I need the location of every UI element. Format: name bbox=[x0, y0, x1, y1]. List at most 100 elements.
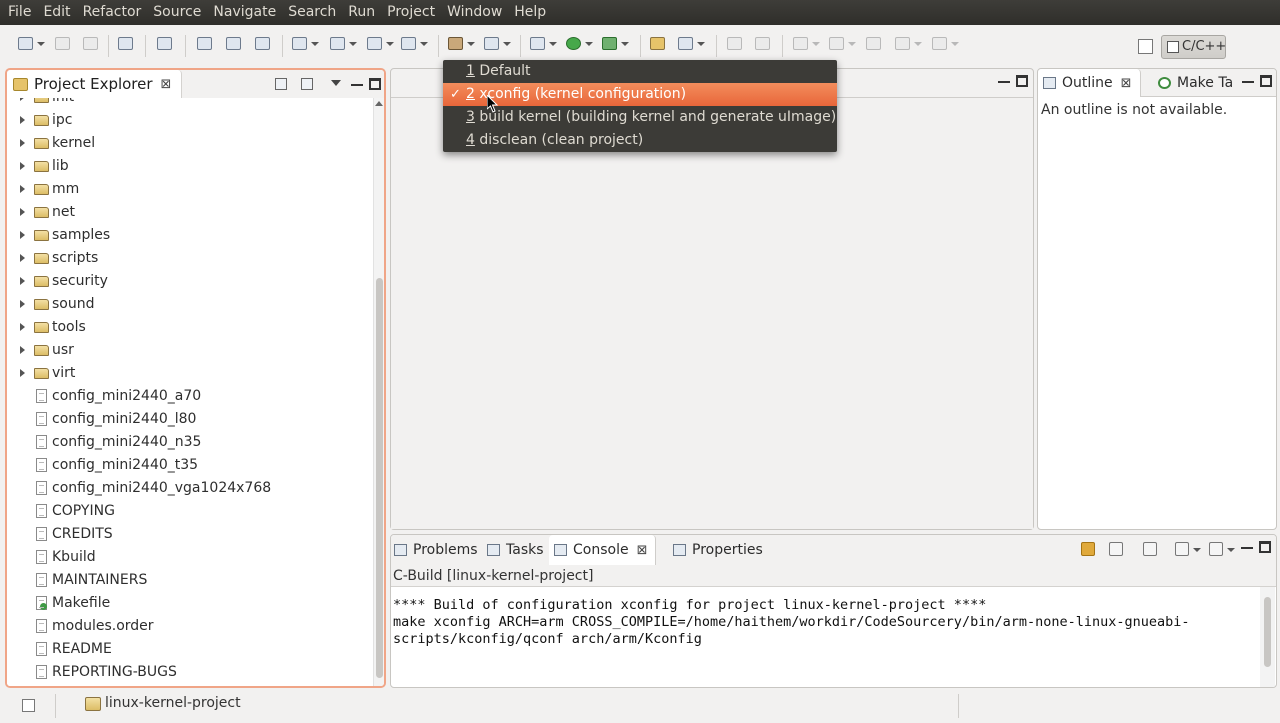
open-console-icon[interactable] bbox=[1209, 542, 1235, 556]
menu-file[interactable]: File bbox=[2, 0, 37, 25]
menu-source[interactable]: Source bbox=[147, 0, 207, 25]
new-project-icon[interactable] bbox=[197, 37, 213, 53]
menu-run[interactable]: Run bbox=[342, 0, 381, 25]
project-explorer-scrollbar[interactable] bbox=[373, 98, 384, 686]
forward-icon[interactable] bbox=[932, 37, 959, 53]
folder-icon bbox=[34, 230, 49, 241]
link-with-editor-icon[interactable] bbox=[301, 78, 313, 90]
console-output[interactable]: **** Build of configuration xconfig for … bbox=[393, 597, 1255, 648]
expand-arrow-icon[interactable] bbox=[20, 300, 25, 308]
next-annotation-icon[interactable] bbox=[793, 37, 820, 53]
expand-arrow-icon[interactable] bbox=[20, 254, 25, 262]
external-tools-icon[interactable] bbox=[602, 37, 629, 53]
expand-arrow-icon[interactable] bbox=[20, 346, 25, 354]
tab-console[interactable]: Console ⊠ bbox=[549, 535, 657, 565]
expand-arrow-icon[interactable] bbox=[20, 277, 25, 285]
scroll-lock-icon[interactable] bbox=[1081, 542, 1095, 556]
expand-arrow-icon[interactable] bbox=[20, 185, 25, 193]
menu-search[interactable]: Search bbox=[282, 0, 342, 25]
back-icon[interactable] bbox=[895, 37, 922, 53]
search-icon[interactable] bbox=[678, 37, 705, 53]
collapse-all-icon[interactable] bbox=[275, 78, 287, 90]
expand-arrow-icon[interactable] bbox=[20, 116, 25, 124]
close-icon[interactable]: ⊠ bbox=[161, 77, 172, 92]
tab-tasks[interactable]: Tasks bbox=[487, 535, 544, 565]
menu-window[interactable]: Window bbox=[441, 0, 508, 25]
toggle-mark-icon[interactable] bbox=[727, 37, 743, 53]
open-type-icon[interactable] bbox=[650, 37, 666, 53]
fast-view-icon[interactable] bbox=[22, 699, 35, 712]
outline-icon bbox=[1043, 77, 1056, 89]
console-icon bbox=[554, 544, 567, 556]
new-source-file-icon[interactable] bbox=[367, 37, 394, 53]
file-icon bbox=[36, 458, 47, 472]
run-icon[interactable] bbox=[566, 37, 593, 53]
folder-icon bbox=[34, 138, 49, 149]
build-hammer-icon[interactable] bbox=[448, 37, 475, 53]
expand-arrow-icon[interactable] bbox=[20, 98, 25, 101]
display-console-icon[interactable] bbox=[1175, 542, 1201, 556]
maximize-icon[interactable] bbox=[1016, 75, 1028, 87]
minimize-icon[interactable] bbox=[998, 75, 1010, 83]
menu-edit[interactable]: Edit bbox=[37, 0, 76, 25]
view-menu-icon[interactable] bbox=[331, 80, 341, 86]
new-class-icon[interactable] bbox=[255, 37, 271, 53]
remove-launches-icon[interactable] bbox=[1109, 542, 1123, 556]
toolbar-separator bbox=[640, 35, 641, 57]
tab-properties[interactable]: Properties bbox=[673, 535, 763, 565]
menu-navigate[interactable]: Navigate bbox=[207, 0, 282, 25]
file-icon bbox=[36, 619, 47, 633]
expand-arrow-icon[interactable] bbox=[20, 369, 25, 377]
close-icon[interactable]: ⊠ bbox=[637, 543, 648, 558]
expand-arrow-icon[interactable] bbox=[20, 323, 25, 331]
console-scrollbar[interactable] bbox=[1260, 587, 1275, 687]
show-whitespace-icon[interactable] bbox=[755, 37, 771, 53]
last-edit-icon[interactable] bbox=[866, 37, 882, 53]
menu-refactor[interactable]: Refactor bbox=[77, 0, 148, 25]
debug-icon[interactable] bbox=[530, 37, 557, 53]
minimize-icon[interactable] bbox=[1242, 75, 1254, 83]
new-junit-icon[interactable] bbox=[226, 37, 242, 53]
perspective-c-cpp-button[interactable]: C/C++ bbox=[1161, 35, 1226, 59]
expand-arrow-icon[interactable] bbox=[20, 162, 25, 170]
pin-console-icon[interactable] bbox=[1143, 542, 1157, 556]
tab-project-explorer[interactable]: Project Explorer ⊠ bbox=[7, 70, 183, 98]
close-icon[interactable]: ⊠ bbox=[1121, 76, 1132, 91]
tab-outline[interactable]: Outline ⊠ bbox=[1038, 69, 1141, 97]
build-target-icon[interactable] bbox=[484, 37, 511, 53]
expand-arrow-icon[interactable] bbox=[20, 139, 25, 147]
menu-item-default[interactable]: 1 Default bbox=[443, 60, 837, 83]
new-c-class-icon[interactable] bbox=[401, 37, 428, 53]
minimize-icon[interactable] bbox=[1241, 541, 1253, 549]
folder-icon bbox=[34, 184, 49, 195]
maximize-icon[interactable] bbox=[369, 78, 381, 90]
editor-body[interactable] bbox=[391, 97, 1033, 529]
menu-help[interactable]: Help bbox=[508, 0, 552, 25]
menu-item-disclean[interactable]: 4 disclean (clean project) bbox=[443, 129, 837, 152]
scrollbar-thumb[interactable] bbox=[1264, 597, 1271, 667]
project-icon bbox=[85, 697, 101, 711]
expand-arrow-icon[interactable] bbox=[20, 208, 25, 216]
scroll-up-icon[interactable] bbox=[375, 101, 383, 106]
open-perspective-icon[interactable] bbox=[1138, 39, 1153, 54]
new-icon[interactable] bbox=[18, 37, 45, 53]
tab-problems[interactable]: Problems bbox=[394, 535, 478, 565]
minimize-icon[interactable] bbox=[351, 78, 363, 86]
maximize-icon[interactable] bbox=[1259, 541, 1271, 553]
menu-item-xconfig[interactable]: ✓ 2 xconfig (kernel configuration) bbox=[443, 83, 837, 106]
tab-make-targets[interactable]: Make Ta bbox=[1156, 69, 1233, 97]
menu-project[interactable]: Project bbox=[381, 0, 441, 25]
expand-arrow-icon[interactable] bbox=[20, 231, 25, 239]
save-icon[interactable] bbox=[55, 37, 71, 53]
maximize-icon[interactable] bbox=[1260, 75, 1272, 87]
new-c-project-icon[interactable] bbox=[292, 37, 319, 53]
print-icon[interactable] bbox=[83, 37, 99, 53]
build-all-icon[interactable] bbox=[118, 37, 134, 53]
file-icon bbox=[36, 481, 47, 495]
new-source-folder-icon[interactable] bbox=[330, 37, 357, 53]
status-separator bbox=[958, 694, 959, 718]
previous-annotation-icon[interactable] bbox=[829, 37, 856, 53]
scrollbar-thumb[interactable] bbox=[376, 278, 383, 678]
import-icon[interactable] bbox=[157, 37, 173, 53]
menu-item-build-kernel[interactable]: 3 build kernel (building kernel and gene… bbox=[443, 106, 837, 129]
